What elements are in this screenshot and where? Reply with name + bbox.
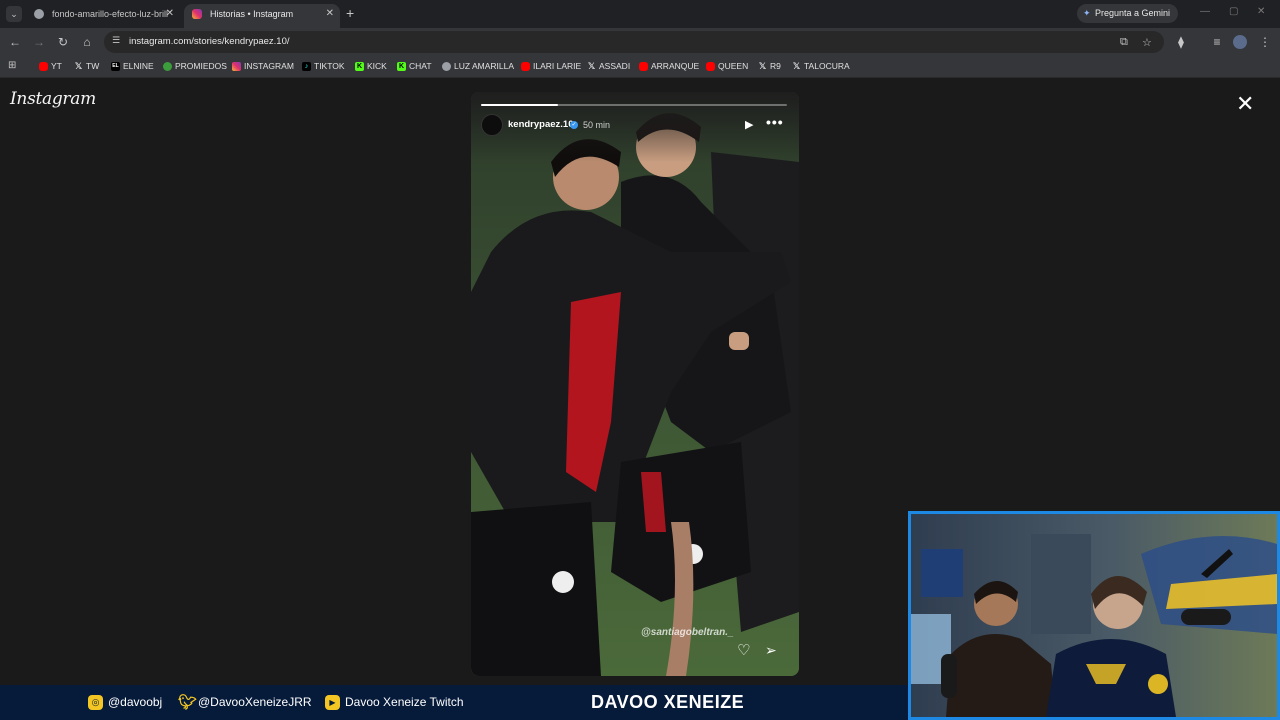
photo-credit-tag: @santiagobeltran._ xyxy=(641,627,734,638)
close-story-icon[interactable]: ✕ xyxy=(1236,93,1254,115)
kick-icon: K xyxy=(397,62,406,71)
bookmark-ilari-larie[interactable]: ILARI LARIE xyxy=(521,56,581,77)
story-progress-bar xyxy=(481,104,787,106)
bookmark-instagram[interactable]: INSTAGRAM xyxy=(232,56,294,77)
bookmark-promiedos[interactable]: PROMIEDOS xyxy=(163,56,227,77)
youtube-icon xyxy=(639,62,648,71)
more-options-icon[interactable]: ••• xyxy=(766,114,784,130)
back-icon[interactable]: ← xyxy=(7,34,23,50)
x-icon: 𝕏 xyxy=(792,61,801,71)
apps-grid-icon[interactable]: ⊞ xyxy=(8,60,16,71)
story-progress-fill xyxy=(481,104,558,106)
story-viewer[interactable]: kendrypaez.10 ✓ 50 min ▶ ••• @santiagobe… xyxy=(471,92,799,676)
youtube-icon xyxy=(706,62,715,71)
close-window-icon[interactable]: ✕ xyxy=(1257,6,1265,17)
url-text[interactable]: instagram.com/stories/kendrypaez.10/ xyxy=(129,31,290,53)
x-icon: 𝕏 xyxy=(587,61,596,71)
bookmark-queen[interactable]: QUEEN xyxy=(706,56,748,77)
like-heart-icon[interactable]: ♡ xyxy=(737,641,750,659)
verified-badge-icon: ✓ xyxy=(570,121,578,129)
overlay-instagram: ◎ @davoobj xyxy=(88,685,162,720)
gemini-button[interactable]: ✦ Pregunta a Gemini xyxy=(1077,4,1179,23)
extensions-icon[interactable]: ⧫ xyxy=(1173,34,1189,50)
bookmark-arranque[interactable]: ARRANQUE xyxy=(639,56,699,77)
bookmark-yt[interactable]: YT xyxy=(39,56,62,77)
bookmark-talocura[interactable]: 𝕏 TALOCURA xyxy=(792,56,850,77)
twitter-bird-icon: 🐦︎ xyxy=(178,694,198,711)
media-controls-icon[interactable]: ≡ xyxy=(1209,34,1225,50)
bookmark-tiktok[interactable]: ♪ TIKTOK xyxy=(302,56,345,77)
avatar[interactable] xyxy=(481,114,503,136)
x-icon: 𝕏 xyxy=(758,61,767,71)
share-send-icon[interactable]: ➢ xyxy=(765,642,777,659)
address-bar[interactable]: ☰ instagram.com/stories/kendrypaez.10/ ⧉… xyxy=(104,31,1164,53)
site-info-icon[interactable]: ☰ xyxy=(112,35,120,46)
story-timestamp: 50 min xyxy=(583,120,611,130)
maximize-icon[interactable]: ▢ xyxy=(1229,6,1238,17)
bookmark-elnine[interactable]: EL ELNINE xyxy=(111,56,154,77)
tab-fondo-amarillo[interactable]: fondo-amarillo-efecto-luz-brill ✕ xyxy=(26,4,180,28)
play-icon[interactable]: ▶ xyxy=(745,118,753,131)
new-tab-button[interactable]: + xyxy=(346,5,354,21)
bookmark-chat[interactable]: K CHAT xyxy=(397,56,432,77)
stream-overlay-bar: ◎ @davoobj 🐦︎ @DavooXeneizeJRR ▶ Davoo Xene… xyxy=(0,685,910,720)
tab-title: fondo-amarillo-efecto-luz-brill xyxy=(52,9,169,19)
bookmark-star-icon[interactable]: ☆ xyxy=(1142,36,1152,49)
bookmark-assadi[interactable]: 𝕏 ASSADI xyxy=(587,56,630,77)
elnine-icon: EL xyxy=(111,62,120,71)
globe-icon xyxy=(442,62,451,71)
bookmark-tw[interactable]: 𝕏 TW xyxy=(74,56,99,77)
tab-strip: ⌄ fondo-amarillo-efecto-luz-brill ✕ Hist… xyxy=(0,0,1280,28)
instagram-icon: ◎ xyxy=(88,695,103,710)
tab-title: Historias • Instagram xyxy=(210,9,294,19)
overlay-twitter: 🐦︎ @DavooXeneizeJRR xyxy=(178,694,312,711)
bookmark-r9[interactable]: 𝕏 R9 xyxy=(758,56,781,77)
minimize-icon[interactable]: — xyxy=(1200,6,1210,17)
x-icon: 𝕏 xyxy=(74,61,83,71)
twitch-icon: ▶ xyxy=(325,695,340,710)
gemini-spark-icon: ✦ xyxy=(1083,8,1091,18)
story-username[interactable]: kendrypaez.10 xyxy=(508,119,573,130)
overlay-twitch: ▶ Davoo Xeneize Twitch xyxy=(325,685,464,720)
promiedos-icon xyxy=(163,62,172,71)
bookmark-kick[interactable]: K KICK xyxy=(355,56,387,77)
instagram-icon xyxy=(192,9,202,19)
tab-instagram-historias[interactable]: Historias • Instagram ✕ xyxy=(184,4,340,28)
story-photo xyxy=(471,92,799,676)
browser-toolbar: ← → ↻ ⌂ ☰ instagram.com/stories/kendrypa… xyxy=(0,28,1280,56)
close-tab-icon[interactable]: ✕ xyxy=(166,4,174,24)
globe-icon xyxy=(34,9,44,19)
instagram-logo[interactable]: Instagram xyxy=(10,89,96,109)
youtube-icon xyxy=(521,62,530,71)
instagram-icon xyxy=(232,62,241,71)
youtube-icon xyxy=(39,62,48,71)
kick-icon: K xyxy=(355,62,364,71)
menu-kebab-icon[interactable]: ⋮ xyxy=(1257,34,1273,50)
webcam-feed xyxy=(911,514,1277,717)
bookmarks-bar: ⊞ YT 𝕏 TW EL ELNINE PROMIEDOS INSTAGRAM ♪ T… xyxy=(0,56,1280,78)
reload-icon[interactable]: ↻ xyxy=(55,34,71,50)
close-tab-icon[interactable]: ✕ xyxy=(326,4,334,24)
gemini-label: Pregunta a Gemini xyxy=(1095,8,1171,18)
install-app-icon[interactable]: ⧉ xyxy=(1120,36,1128,49)
webcam-overlay xyxy=(908,511,1280,720)
tiktok-icon: ♪ xyxy=(302,62,311,71)
profile-avatar[interactable] xyxy=(1233,35,1247,49)
home-icon[interactable]: ⌂ xyxy=(79,34,95,50)
streamer-brand: DAVOO XENEIZE xyxy=(591,692,745,712)
tab-search-dropdown-icon[interactable]: ⌄ xyxy=(6,6,22,22)
forward-icon[interactable]: → xyxy=(31,34,47,50)
bookmark-luz-amarilla[interactable]: LUZ AMARILLA xyxy=(442,56,514,77)
